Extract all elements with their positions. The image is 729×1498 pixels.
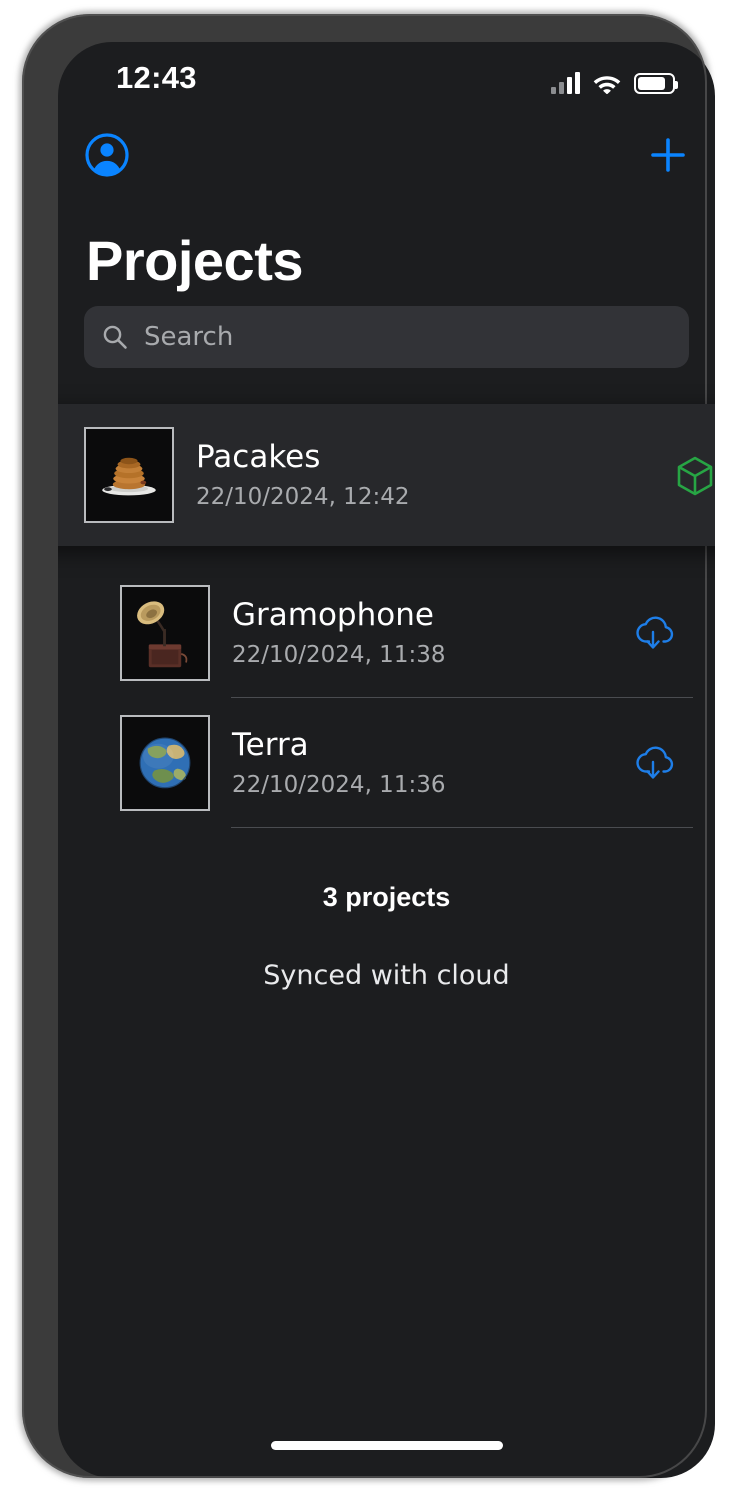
navigation-bar xyxy=(58,116,715,202)
cube-3d-icon[interactable] xyxy=(669,449,715,501)
phone-screen: 12:43 Projects Search Pacakes 22/10/2024… xyxy=(58,42,715,1478)
wifi-icon xyxy=(593,72,621,95)
project-text-block: Pacakes 22/10/2024, 12:42 xyxy=(196,438,669,511)
sync-status-label: Synced with cloud xyxy=(263,960,510,991)
project-list-item-selected[interactable]: Pacakes 22/10/2024, 12:42 xyxy=(58,404,715,546)
home-indicator[interactable] xyxy=(270,1441,503,1450)
cellular-signal-icon xyxy=(551,72,580,94)
project-name: Pacakes xyxy=(196,438,321,475)
project-list-item[interactable]: Terra 22/10/2024, 11:36 xyxy=(58,698,715,828)
account-circle-icon[interactable] xyxy=(84,132,130,178)
gramophone-thumbnail xyxy=(120,585,210,681)
status-bar-icons xyxy=(551,68,678,95)
project-date: 22/10/2024, 12:42 xyxy=(196,484,410,511)
project-list-item[interactable]: Gramophone 22/10/2024, 11:38 xyxy=(58,568,715,698)
page-title: Projects xyxy=(86,229,304,292)
cloud-download-icon[interactable] xyxy=(627,737,679,789)
pancakes-on-plate-thumbnail xyxy=(84,427,174,523)
earth-globe-thumbnail xyxy=(120,715,210,811)
battery-icon xyxy=(634,73,678,94)
project-date: 22/10/2024, 11:36 xyxy=(232,772,446,799)
project-text-block: Gramophone 22/10/2024, 11:38 xyxy=(232,596,627,669)
phone-frame: 12:43 Projects Search Pacakes 22/10/2024… xyxy=(22,14,715,1478)
plus-icon[interactable] xyxy=(645,132,691,178)
project-count-label: 3 projects xyxy=(322,882,451,912)
project-list: Pacakes 22/10/2024, 12:42 Gramophone 22/… xyxy=(58,382,715,828)
status-bar-time: 12:43 xyxy=(116,60,197,95)
project-name: Terra xyxy=(232,726,309,763)
project-text-block: Terra 22/10/2024, 11:36 xyxy=(232,726,627,799)
status-bar: 12:43 xyxy=(58,42,715,116)
row-divider xyxy=(231,827,693,828)
project-name: Gramophone xyxy=(232,596,434,633)
cloud-download-icon[interactable] xyxy=(627,607,679,659)
project-date: 22/10/2024, 11:38 xyxy=(232,642,446,669)
search-icon xyxy=(102,324,128,350)
search-input[interactable] xyxy=(142,321,671,353)
search-bar[interactable] xyxy=(84,306,689,368)
